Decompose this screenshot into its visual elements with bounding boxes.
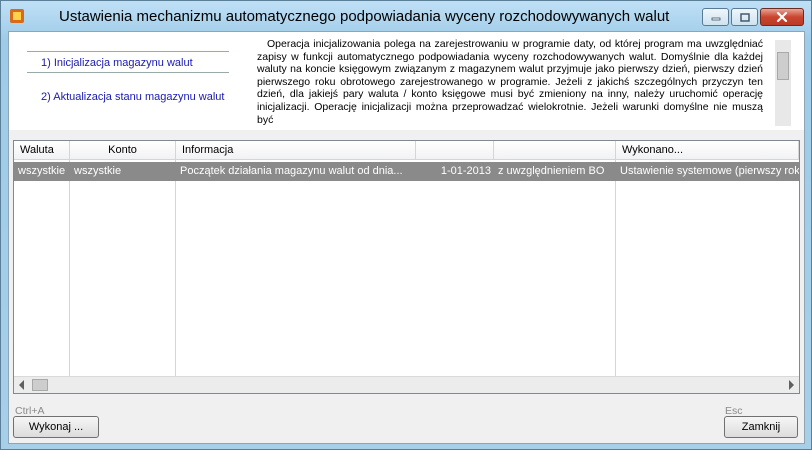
column-divider	[69, 159, 70, 378]
description-scrollbar[interactable]	[775, 40, 791, 126]
dialog-window: Ustawienia mechanizmu automatycznego pod…	[0, 0, 812, 450]
minimize-icon	[711, 17, 720, 21]
instructions-panel: 1) Inicjalizacja magazynu walut 2) Aktua…	[9, 32, 804, 130]
step-label: 2) Aktualizacja stanu magazynu walut	[41, 91, 225, 103]
column-divider	[175, 159, 176, 378]
column-header-waluta[interactable]: Waluta	[14, 141, 70, 159]
dialog-client-area: 1) Inicjalizacja magazynu walut 2) Aktua…	[8, 31, 805, 444]
table-row[interactable]: wszystkie wszystkie Początek działania m…	[14, 162, 799, 181]
scroll-right-icon[interactable]	[789, 380, 794, 390]
column-divider	[615, 159, 616, 378]
step-label: 1) Inicjalizacja magazynu walut	[41, 57, 193, 69]
maximize-button[interactable]	[731, 8, 758, 26]
window-controls	[700, 8, 804, 26]
grid-header: Waluta Konto Informacja Wykonano...	[14, 141, 799, 160]
column-header-informacja[interactable]: Informacja	[176, 141, 416, 159]
app-icon	[9, 8, 25, 24]
step-update-currency-store[interactable]: 2) Aktualizacja stanu magazynu walut	[27, 86, 229, 108]
close-icon	[776, 12, 788, 22]
column-header-bo[interactable]	[494, 141, 616, 159]
cell-bo: z uwzględnieniem BO	[498, 165, 605, 177]
column-header-wykonano[interactable]: Wykonano...	[616, 141, 799, 159]
column-header-konto[interactable]: Konto	[70, 141, 176, 159]
close-dialog-button[interactable]: Zamknij	[724, 416, 798, 438]
scroll-left-icon[interactable]	[19, 380, 24, 390]
minimize-button[interactable]	[702, 8, 729, 26]
scrollbar-thumb[interactable]	[32, 379, 48, 391]
close-button[interactable]	[760, 8, 804, 26]
column-header-date[interactable]	[416, 141, 494, 159]
cell-informacja: Początek działania magazynu walut od dni…	[180, 165, 403, 177]
cell-wykonano: Ustawienie systemowe (pierwszy rok c	[620, 165, 799, 177]
title-bar[interactable]: Ustawienia mechanizmu automatycznego pod…	[1, 1, 811, 31]
cell-date: 1-01-2013	[440, 165, 491, 177]
cell-konto: wszystkie	[74, 165, 122, 177]
maximize-icon	[739, 12, 750, 22]
step-initialize-currency-store[interactable]: 1) Inicjalizacja magazynu walut	[27, 51, 229, 73]
scrollbar-thumb[interactable]	[777, 52, 789, 80]
grid-horizontal-scrollbar[interactable]	[14, 376, 799, 393]
description-text: Operacja inicjalizowania polega na zarej…	[257, 38, 763, 126]
window-title: Ustawienia mechanizmu automatycznego pod…	[59, 8, 670, 25]
execute-button[interactable]: Wykonaj ...	[13, 416, 99, 438]
data-grid: Waluta Konto Informacja Wykonano... wszy…	[13, 140, 800, 394]
cell-waluta: wszystkie	[18, 165, 66, 177]
